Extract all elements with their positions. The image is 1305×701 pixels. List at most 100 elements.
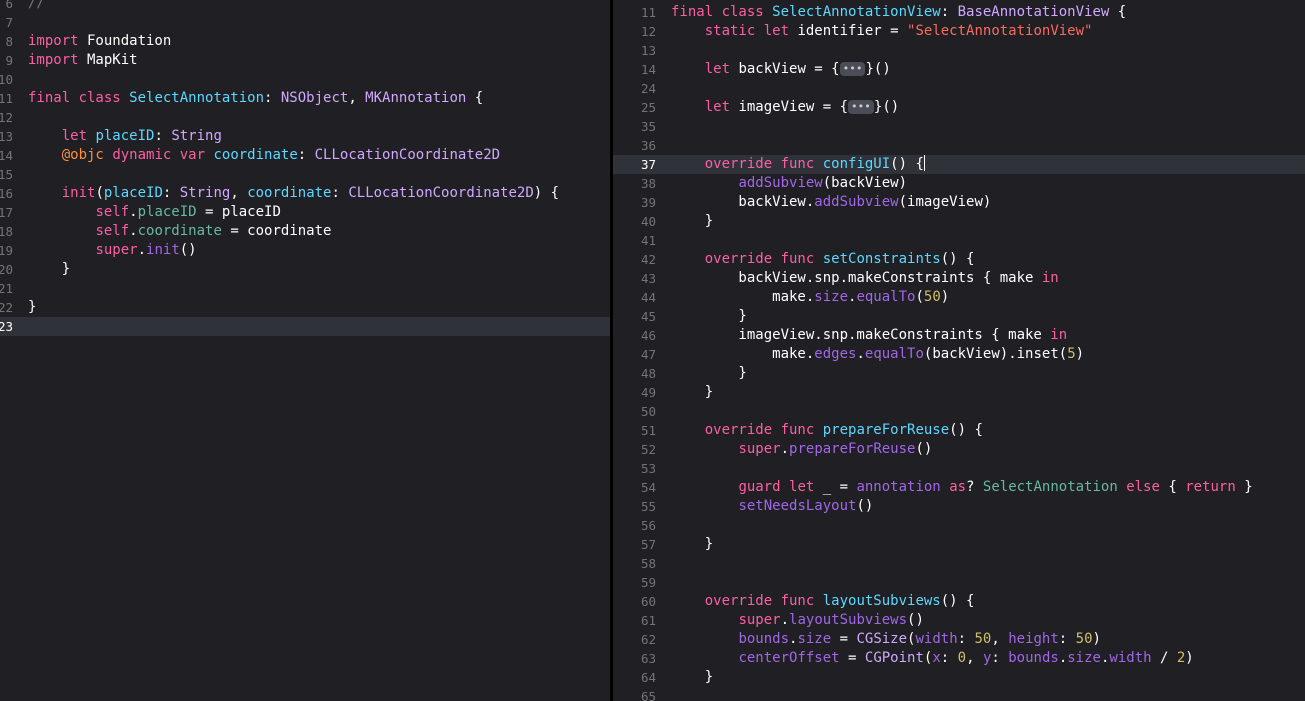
code-line[interactable]: 35 xyxy=(613,117,1305,136)
code-text[interactable]: bounds.size = CGSize(width: 50, height: … xyxy=(671,630,1101,649)
code-line[interactable]: 11 final class SelectAnnotation: NSObject… xyxy=(0,89,610,108)
code-text[interactable]: } xyxy=(671,212,713,231)
folded-code-ellipsis[interactable]: ••• xyxy=(839,62,866,76)
code-line[interactable]: 54 guard let _ = annotation as? SelectAn… xyxy=(613,478,1305,497)
code-line[interactable]: 17 self.placeID = placeID xyxy=(0,203,610,222)
code-text[interactable]: setNeedsLayout() xyxy=(671,497,873,516)
code-line[interactable]: 43 backView.snp.makeConstraints { make i… xyxy=(613,269,1305,288)
folded-code-ellipsis[interactable]: ••• xyxy=(848,100,874,114)
code-line[interactable]: 47 make.edges.equalTo(backView).inset(5) xyxy=(613,345,1305,364)
code-line[interactable]: 23 xyxy=(0,317,610,336)
code-line[interactable]: 14 let backView = {•••}() xyxy=(613,60,1305,79)
code-text[interactable]: let backView = {•••}() xyxy=(671,60,891,79)
code-text[interactable]: super.layoutSubviews() xyxy=(671,611,923,630)
code-line[interactable]: 12 xyxy=(0,108,610,127)
code-line[interactable]: 42 override func setConstraints() { xyxy=(613,250,1305,269)
code-text[interactable]: imageView.snp.makeConstraints { make in xyxy=(671,326,1067,345)
code-line[interactable]: 20 } xyxy=(0,260,610,279)
code-text[interactable]: backView.addSubview(imageView) xyxy=(671,193,991,212)
code-text[interactable]: let imageView = {•••}() xyxy=(671,98,899,117)
code-line[interactable]: 49 } xyxy=(613,383,1305,402)
code-text[interactable]: override func configUI() { xyxy=(671,155,925,174)
editor-pane-left[interactable]: 6 // 7 8 import Foundation 9 import MapKit 10 11… xyxy=(0,0,610,701)
code-line[interactable]: 48 } xyxy=(613,364,1305,383)
code-text[interactable]: import Foundation xyxy=(28,32,171,51)
code-text[interactable]: import MapKit xyxy=(28,51,138,70)
code-line[interactable]: 38 addSubview(backView) xyxy=(613,174,1305,193)
code-text[interactable]: guard let _ = annotation as? SelectAnnot… xyxy=(671,478,1252,497)
code-text[interactable]: init(placeID: String, coordinate: CLLoca… xyxy=(28,184,559,203)
code-line[interactable]: 46 imageView.snp.makeConstraints { make … xyxy=(613,326,1305,345)
code-text[interactable]: make.size.equalTo(50) xyxy=(671,288,949,307)
code-line[interactable]: 45 } xyxy=(613,307,1305,326)
code-line[interactable]: 19 super.init() xyxy=(0,241,610,260)
editor-pane-right[interactable]: 11 final class SelectAnnotationView: Base… xyxy=(613,0,1305,701)
code-line[interactable]: 50 xyxy=(613,402,1305,421)
code-line[interactable]: 22} xyxy=(0,298,610,317)
code-text[interactable]: backView.snp.makeConstraints { make in xyxy=(671,269,1058,288)
code-line[interactable]: 9 import MapKit xyxy=(0,51,610,70)
code-text[interactable]: } xyxy=(671,307,746,326)
code-line[interactable]: 41 xyxy=(613,231,1305,250)
code-line[interactable]: 24 xyxy=(613,79,1305,98)
code-text[interactable]: addSubview(backView) xyxy=(671,174,907,193)
code-text[interactable]: override func layoutSubviews() { xyxy=(671,592,975,611)
code-line[interactable]: 16 init(placeID: String, coordinate: CLL… xyxy=(0,184,610,203)
code-text[interactable]: super.prepareForReuse() xyxy=(671,440,932,459)
code-line[interactable]: 65 xyxy=(613,687,1305,701)
code-line[interactable]: 40 } xyxy=(613,212,1305,231)
code-token: SelectAnnotation xyxy=(982,479,1118,495)
code-text[interactable]: final class SelectAnnotationView: BaseAn… xyxy=(671,3,1126,22)
code-text[interactable]: override func prepareForReuse() { xyxy=(671,421,983,440)
code-text[interactable]: } xyxy=(28,260,70,279)
code-line[interactable]: 59 xyxy=(613,573,1305,592)
code-text[interactable]: static let identifier = "SelectAnnotatio… xyxy=(671,22,1093,41)
code-line[interactable]: 8 import Foundation xyxy=(0,32,610,51)
code-line[interactable]: 6 // xyxy=(0,0,610,13)
code-line[interactable]: 25 let imageView = {•••}() xyxy=(613,98,1305,117)
code-line[interactable]: 53 xyxy=(613,459,1305,478)
code-text[interactable]: super.init() xyxy=(28,241,196,260)
code-line[interactable]: 56 xyxy=(613,516,1305,535)
code-token: }() xyxy=(873,99,900,115)
code-line[interactable]: 11 final class SelectAnnotationView: Base… xyxy=(613,3,1305,22)
code-text[interactable]: self.coordinate = coordinate xyxy=(28,222,331,241)
code-line[interactable]: 61 super.layoutSubviews() xyxy=(613,611,1305,630)
code-line[interactable]: 10 xyxy=(0,70,610,89)
code-line[interactable]: 21 xyxy=(0,279,610,298)
code-text[interactable]: @objc dynamic var coordinate: CLLocation… xyxy=(28,146,500,165)
code-line[interactable]: 57 } xyxy=(613,535,1305,554)
code-line[interactable]: 18 self.coordinate = coordinate xyxy=(0,222,610,241)
code-line[interactable]: 60 override func layoutSubviews() { xyxy=(613,592,1305,611)
code-text[interactable]: } xyxy=(28,298,36,317)
code-text[interactable]: centerOffset = CGPoint(x: 0, y: bounds.s… xyxy=(671,649,1193,668)
code-line[interactable]: 44 make.size.equalTo(50) xyxy=(613,288,1305,307)
code-line[interactable]: 39 backView.addSubview(imageView) xyxy=(613,193,1305,212)
code-text[interactable]: let placeID: String xyxy=(28,127,222,146)
code-text[interactable]: } xyxy=(671,535,713,554)
code-line[interactable]: 58 xyxy=(613,554,1305,573)
code-line[interactable]: 14 @objc dynamic var coordinate: CLLocat… xyxy=(0,146,610,165)
code-text[interactable]: } xyxy=(671,364,746,383)
code-text[interactable]: final class SelectAnnotation: NSObject, … xyxy=(28,89,483,108)
code-line[interactable]: 63 centerOffset = CGPoint(x: 0, y: bound… xyxy=(613,649,1305,668)
code-line[interactable]: 64 } xyxy=(613,668,1305,687)
code-text[interactable]: self.placeID = placeID xyxy=(28,203,280,222)
code-text[interactable]: override func setConstraints() { xyxy=(671,250,975,269)
code-line[interactable]: 52 super.prepareForReuse() xyxy=(613,440,1305,459)
code-line[interactable]: 15 xyxy=(0,165,610,184)
code-line[interactable]: 51 override func prepareForReuse() { xyxy=(613,421,1305,440)
code-line[interactable]: 55 setNeedsLayout() xyxy=(613,497,1305,516)
code-text[interactable]: } xyxy=(671,668,713,687)
code-text[interactable]: make.edges.equalTo(backView).inset(5) xyxy=(671,345,1084,364)
code-line[interactable]: 62 bounds.size = CGSize(width: 50, heigh… xyxy=(613,630,1305,649)
code-text[interactable]: // xyxy=(28,0,45,13)
code-line[interactable]: 13 let placeID: String xyxy=(0,127,610,146)
code-text[interactable]: } xyxy=(671,383,713,402)
code-line[interactable]: 12 static let identifier = "SelectAnnota… xyxy=(613,22,1305,41)
code-line[interactable]: 7 xyxy=(0,13,610,32)
code-line[interactable]: 36 xyxy=(613,136,1305,155)
code-line[interactable]: 13 xyxy=(613,41,1305,60)
code-line[interactable]: 37 override func configUI() { xyxy=(613,155,1305,174)
